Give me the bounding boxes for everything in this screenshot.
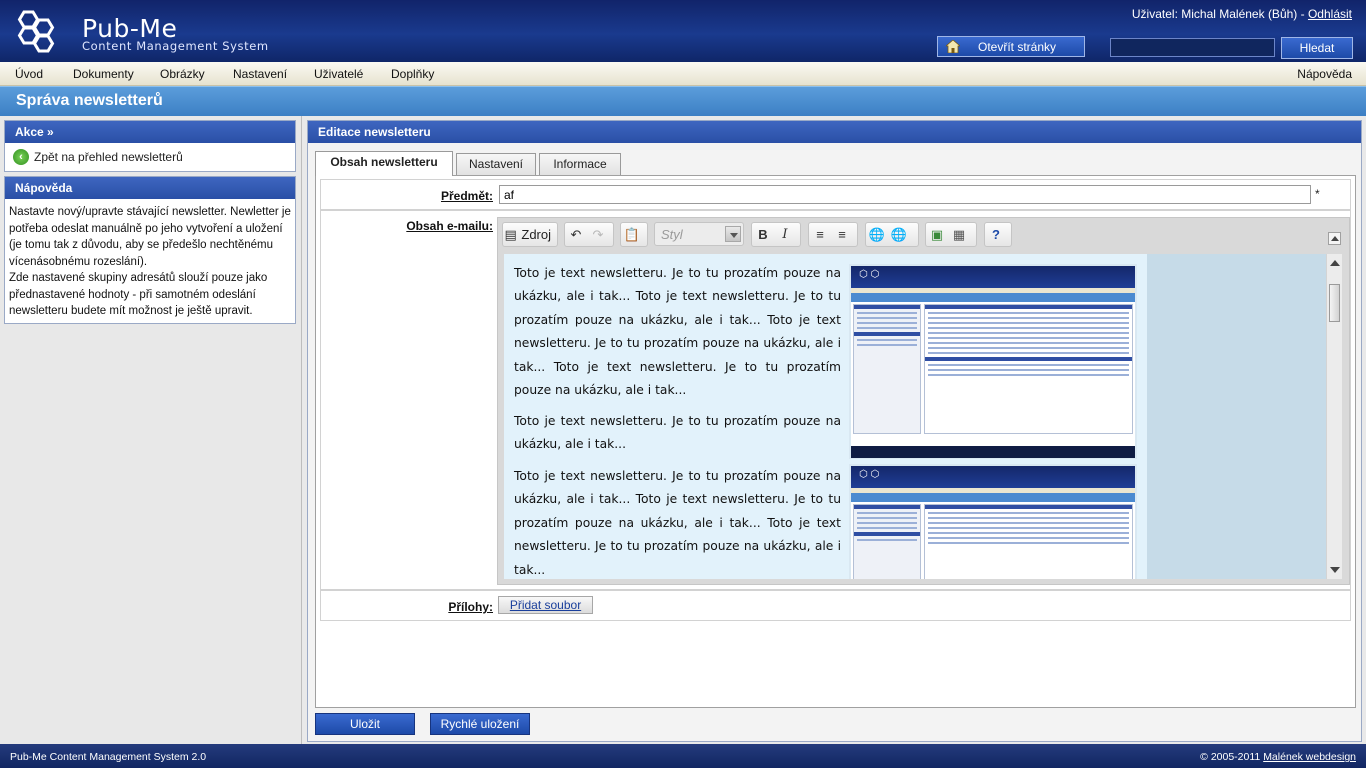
page-title: Správa newsletterů	[16, 92, 163, 109]
user-info: Uživatel: Michal Malének (Bůh) - Odhlási…	[1132, 7, 1352, 21]
quick-save-button[interactable]: Rychlé uložení	[430, 713, 530, 735]
source-button[interactable]: ▤ Zdroj	[502, 222, 558, 247]
pubme-logo-icon	[17, 10, 55, 53]
content-row: Obsah e-mailu: ▤ Zdroj ↶ ↷ 📋 Styl B I ≡ …	[320, 210, 1351, 590]
insert-group: ▣ ▦	[925, 222, 977, 247]
style-select[interactable]: Styl	[654, 222, 744, 246]
thumb-logo-icon: ⬡ ⬡	[859, 469, 880, 480]
footer-copyright: © 2005-2011 Malének webdesign	[1200, 751, 1356, 763]
editor-scrollbar[interactable]	[1326, 254, 1342, 579]
save-button[interactable]: Uložit	[315, 713, 415, 735]
editor-page: Toto je text newsletteru. Je to tu proza…	[504, 254, 1147, 579]
source-label: Zdroj	[521, 227, 551, 242]
page-title-bar: Správa newsletterů	[0, 86, 1366, 116]
add-file-button[interactable]: Přidat soubor	[498, 596, 593, 614]
menu-item-uzivatele[interactable]: Uživatelé	[314, 67, 363, 81]
logout-link[interactable]: Odhlásit	[1308, 7, 1352, 21]
numbered-list-icon[interactable]: ≡	[809, 225, 831, 245]
italic-icon[interactable]: I	[774, 225, 796, 245]
bold-icon[interactable]: B	[752, 225, 774, 245]
subject-input[interactable]	[499, 185, 1311, 204]
screenshot-image-2: ⬡ ⬡	[849, 464, 1137, 579]
subject-label: Předmět:	[440, 189, 493, 203]
rich-text-editor: ▤ Zdroj ↶ ↷ 📋 Styl B I ≡ ≡ 🌐 🌐 ▣ ▦ ? Tot…	[497, 217, 1350, 585]
user-label: Uživatel: Michal Malének (Bůh) -	[1131, 7, 1305, 21]
menu-item-obrazky[interactable]: Obrázky	[160, 67, 205, 81]
help-text-2: Zde nastavené skupiny adresátů slouží po…	[9, 272, 268, 317]
footer-app-version: Pub-Me Content Management System 2.0	[10, 751, 207, 763]
style-placeholder: Styl	[661, 227, 683, 242]
menu-item-nastaveni[interactable]: Nastavení	[233, 67, 287, 81]
source-icon: ▤	[504, 226, 517, 242]
list-group: ≡ ≡	[808, 222, 858, 247]
redo-icon[interactable]: ↷	[587, 225, 609, 245]
menu-item-doplnky[interactable]: Doplňky	[391, 67, 434, 81]
tab-info[interactable]: Informace	[539, 153, 621, 175]
menu-item-napoveda[interactable]: Nápověda	[1297, 67, 1352, 81]
main-menu: Úvod Dokumenty Obrázky Nastavení Uživate…	[0, 62, 1366, 86]
sidebar: Akce » ‹ Zpět na přehled newsletterů Náp…	[0, 116, 302, 744]
help-box: Nápověda Nastavte nový/upravte stávající…	[4, 176, 296, 324]
help-text-1: Nastavte nový/upravte stávající newslett…	[9, 206, 291, 268]
link-icon[interactable]: 🌐	[866, 225, 888, 245]
image-icon[interactable]: ▣	[926, 225, 948, 245]
home-icon	[946, 40, 960, 53]
app-header: Pub-Me Content Management System Uživate…	[0, 0, 1366, 62]
attachments-label: Přílohy:	[448, 600, 493, 614]
search-button[interactable]: Hledat	[1281, 37, 1353, 59]
editor-toolbar: ▤ Zdroj ↶ ↷ 📋 Styl B I ≡ ≡ 🌐 🌐 ▣ ▦ ?	[498, 218, 1351, 252]
paste-group: 📋	[620, 222, 648, 247]
app-subtitle: Content Management System	[82, 39, 269, 53]
back-arrow-icon: ‹	[13, 149, 29, 165]
undo-icon[interactable]: ↶	[565, 225, 587, 245]
search-input[interactable]	[1110, 38, 1275, 57]
paragraph-3: Toto je text newsletteru. Je to tu proza…	[514, 469, 841, 577]
menu-item-dokumenty[interactable]: Dokumenty	[73, 67, 134, 81]
open-site-label: Otevřít stránky	[978, 39, 1057, 54]
footer-author-link[interactable]: Malének webdesign	[1263, 751, 1356, 763]
open-site-button[interactable]: Otevřít stránky	[937, 36, 1085, 57]
required-mark: *	[1315, 187, 1320, 201]
bullet-list-icon[interactable]: ≡	[831, 225, 853, 245]
thumb-logo-icon: ⬡ ⬡	[859, 269, 880, 280]
paragraph-1: Toto je text newsletteru. Je to tu proza…	[514, 266, 841, 398]
footer: Pub-Me Content Management System 2.0 © 2…	[0, 744, 1366, 768]
paragraph-2: Toto je text newsletteru. Je to tu proza…	[514, 414, 841, 452]
help-text: Nastavte nový/upravte stávající newslett…	[5, 199, 295, 320]
content-label: Obsah e-mailu:	[406, 219, 493, 233]
editor-resize-up-icon[interactable]	[1328, 232, 1341, 245]
help-group: ?	[984, 222, 1012, 247]
newsletter-edit-panel: Editace newsletteru Obsah newsletteru Na…	[307, 120, 1362, 742]
paste-word-icon[interactable]: 📋	[621, 225, 643, 245]
format-group: B I	[751, 222, 801, 247]
attachments-row: Přílohy: Přidat soubor	[320, 590, 1351, 621]
subject-row: Předmět: *	[320, 179, 1351, 210]
help-icon[interactable]: ?	[985, 225, 1007, 245]
tab-content-panel: Předmět: * Obsah e-mailu: ▤ Zdroj ↶ ↷	[315, 175, 1356, 708]
editor-content-area[interactable]: Toto je text newsletteru. Je to tu proza…	[504, 254, 1337, 579]
back-to-list-link[interactable]: ‹ Zpět na přehled newsletterů	[5, 143, 295, 165]
link-group: 🌐 🌐	[865, 222, 919, 247]
unlink-icon[interactable]: 🌐	[888, 225, 910, 245]
table-icon[interactable]: ▦	[948, 225, 970, 245]
help-title: Nápověda	[5, 177, 295, 199]
panel-title: Editace newsletteru	[308, 121, 1361, 143]
menu-item-uvod[interactable]: Úvod	[15, 67, 43, 81]
actions-box: Akce » ‹ Zpět na přehled newsletterů	[4, 120, 296, 172]
chevron-down-icon	[725, 226, 741, 242]
undo-redo-group: ↶ ↷	[564, 222, 614, 247]
tab-settings[interactable]: Nastavení	[456, 153, 536, 175]
tab-content[interactable]: Obsah newsletteru	[315, 151, 453, 176]
footer-copyright-text: © 2005-2011	[1200, 751, 1261, 763]
screenshot-image-1: ⬡ ⬡	[849, 264, 1137, 459]
scroll-down-icon[interactable]	[1330, 567, 1340, 573]
actions-title: Akce »	[5, 121, 295, 143]
scroll-up-icon[interactable]	[1330, 260, 1340, 266]
scroll-thumb[interactable]	[1329, 284, 1340, 322]
back-to-list-label: Zpět na přehled newsletterů	[34, 150, 183, 164]
